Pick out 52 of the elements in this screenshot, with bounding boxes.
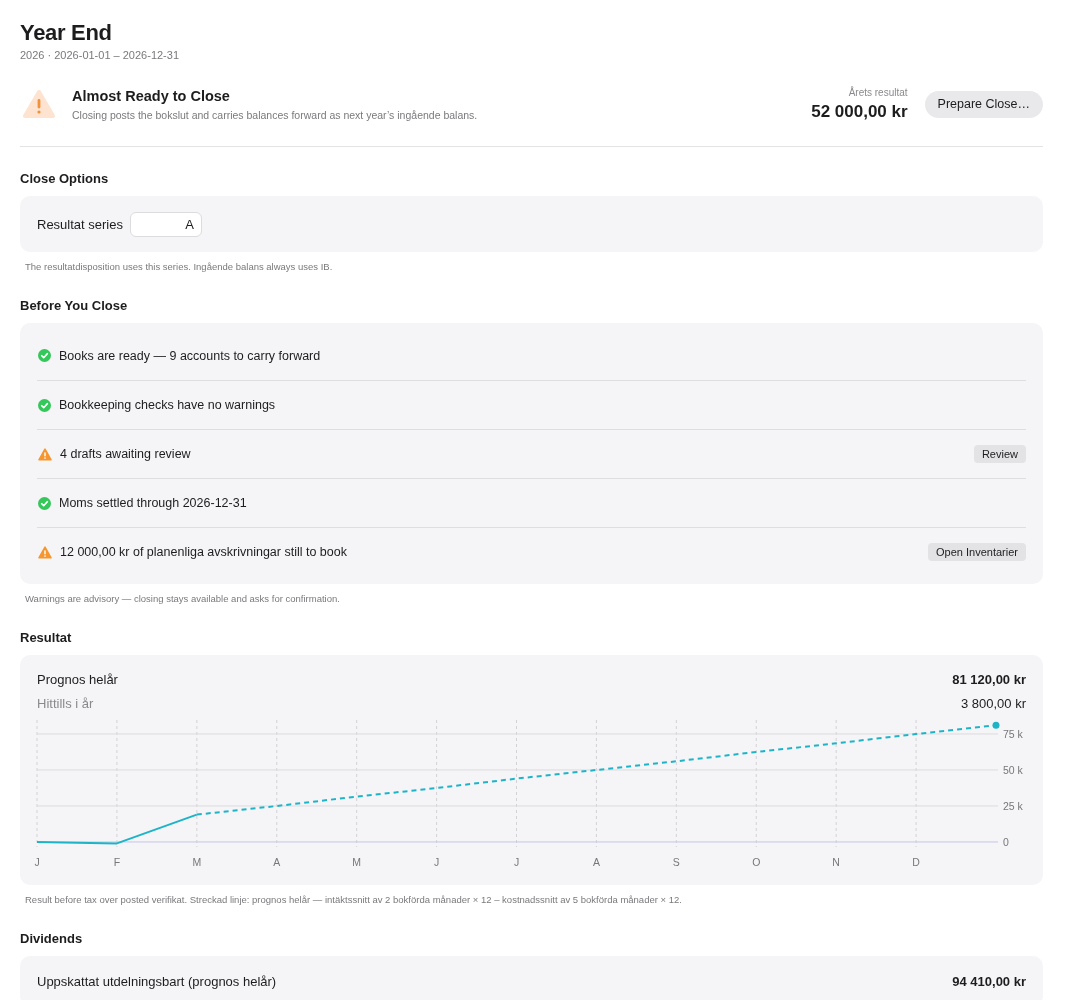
checklist-text: 12 000,00 kr of planenliga avskrivningar still to book [60,545,348,559]
x-axis-label: N [832,856,840,868]
result-value: 52 000,00 kr [811,101,908,122]
row-value: 3 800,00 kr [960,695,1026,711]
y-axis-label: 0 [1003,835,1009,848]
warning-icon [22,89,56,119]
section-note: Result before tax over posted verifikat. Streckad linje: prognos helår — intäktssnitt av 2 bokförda månader × 12 – kostnadssnitt av 5 bokförda månader × 12. [25,894,683,906]
status-title: Almost Ready to Close [72,86,231,106]
x-axis-label: S [672,856,680,868]
x-axis-label: M [192,856,202,868]
x-axis-label: F [113,856,121,868]
series-field[interactable]: A [130,211,202,237]
x-axis-label: J [433,856,440,868]
x-axis-label: O [752,856,761,868]
section-note: The resultatdisposition uses this series. Ingående balans always uses IB. [25,261,334,273]
x-axis-label: M [352,856,362,868]
row-value: 81 120,00 kr [952,671,1026,687]
checklist-text: Moms settled through 2026-12-31 [59,496,248,510]
y-axis-label: 75 k [1003,727,1023,740]
prepare-close-button[interactable]: Prepare Close… [924,90,1043,118]
status-description: Closing posts the bokslut and carries balances forward as next year’s ingående balans. [72,107,479,122]
y-axis-label: 25 k [1003,799,1023,812]
x-axis-label: A [592,856,600,868]
field-label: Resultat series [37,216,123,232]
y-axis-label: 50 k [1003,763,1023,776]
action-button[interactable]: Open Inventarier [928,543,1026,561]
row-label: Prognos helår [37,671,118,687]
x-axis-label: J [513,856,520,868]
warning-icon [38,545,52,559]
section-heading: Dividends [20,931,84,947]
end-point-icon [992,721,1000,729]
x-axis-label: A [273,856,281,868]
section-heading: Resultat [20,630,73,646]
section-heading: Close Options [20,171,110,187]
x-axis-label: J [34,856,40,868]
check-circle-icon [38,496,51,510]
row-value: 94 410,00 kr [952,973,1026,989]
page-subtitle: 2026 · 2026-01-01 – 2026-12-31 [20,48,180,62]
row-label: Hittills i år [37,695,94,711]
check-circle-icon [38,398,51,412]
checklist-text: 4 drafts awaiting review [60,447,192,461]
warning-icon [38,447,52,461]
checklist-text: Bookkeeping checks have no warnings [59,398,277,412]
row-label: Uppskattat utdelningsbart (prognos helår) [37,973,277,989]
check-circle-icon [38,349,51,362]
checklist-text: Books are ready — 9 accounts to carry forward [59,348,322,363]
result-label: Årets resultat [847,86,908,99]
section-note: Warnings are advisory — closing stays available and asks for confirmation. [25,593,341,605]
page-title: Year End [20,20,113,46]
action-button[interactable]: Review [973,445,1026,463]
x-axis-label: D [912,856,920,868]
section-heading: Before You Close [20,298,129,314]
